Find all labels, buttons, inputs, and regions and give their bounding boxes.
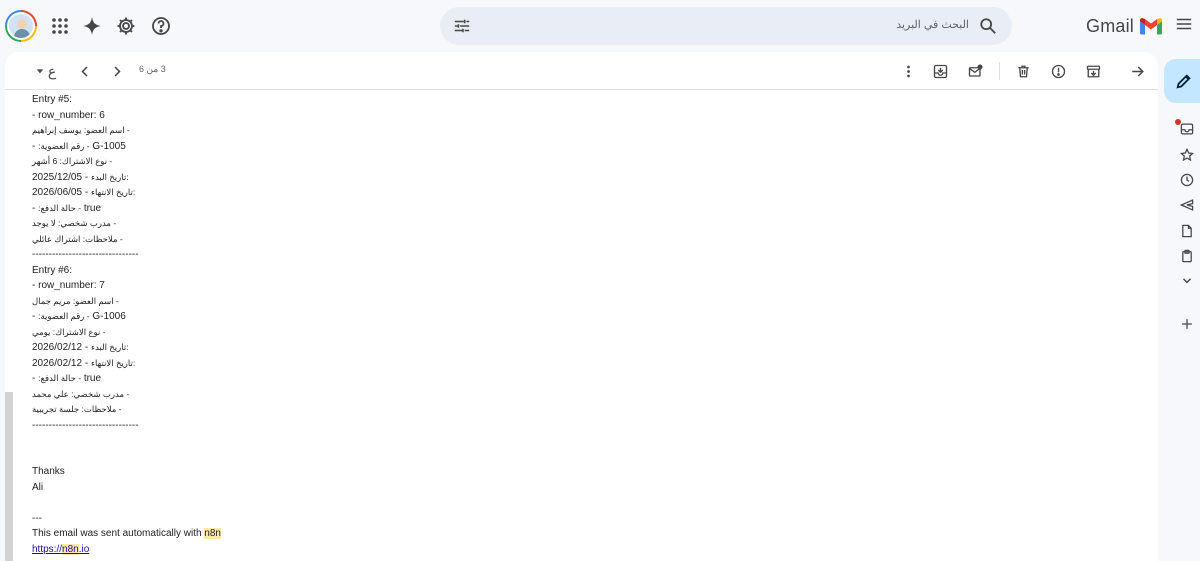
right-side-rail [1160, 52, 1200, 561]
entry-5-row-number: - row_number: 6 [32, 109, 105, 121]
payment-label: :حالة الدفع - [38, 202, 82, 213]
entry-6-member-id: - :رقم العضوية - G-1006 [32, 311, 126, 322]
compose-button[interactable] [1164, 59, 1200, 103]
add-icon[interactable] [1178, 315, 1196, 333]
member-id-value: G-1005 [92, 140, 126, 152]
search-options-icon[interactable] [450, 14, 474, 38]
scrollbar-thumb[interactable] [5, 392, 13, 561]
unread-indicator-dot [1175, 119, 1181, 125]
language-menu[interactable]: ع [33, 60, 59, 82]
search-input[interactable]: البحث في البريد [896, 18, 969, 31]
payment-label: :حالة الدفع - [38, 373, 82, 383]
message-counter: 3 من 6 [139, 64, 166, 74]
expand-more-icon[interactable] [1178, 272, 1196, 290]
end-date-value: 2026/02/12 - [32, 357, 89, 369]
signature-separator: --- [32, 512, 42, 524]
entry-5-end-date: 2026/06/05 - تاريخ الانتهاء: [32, 185, 532, 201]
entry-6-member-name: اسم العضو: مريم جمال - [32, 295, 119, 306]
footer-prefix: This email was sent automatically with [32, 528, 205, 539]
entry-5-payment-status: - :حالة الدفع - true [32, 202, 102, 214]
email-body: Entry #5: - row_number: 6 اسم العضو: يوس… [32, 92, 532, 557]
thanks-text: Thanks [32, 466, 65, 477]
app-name: Gmail [1086, 15, 1135, 36]
search-bar[interactable]: البحث في البريد [440, 7, 1012, 45]
start-date-value: 2025/12/05 - [32, 171, 89, 183]
mark-unread-icon[interactable] [964, 60, 986, 82]
start-date-label: تاريخ البدء: [90, 171, 129, 182]
member-id-label: :رقم العضوية - [38, 140, 90, 151]
payment-value: true [83, 373, 102, 384]
archive-icon[interactable] [1082, 60, 1104, 82]
member-id-value: G-1006 [92, 311, 126, 322]
entry-5-subscription-type: نوع الاشتراك: 6 أشهر - [32, 156, 113, 166]
end-date-label: تاريخ الانتهاء: [90, 187, 136, 197]
link-prefix: https:// [32, 543, 63, 555]
pencil-icon [1176, 74, 1191, 89]
more-options-icon[interactable] [897, 60, 919, 82]
move-to-inbox-icon[interactable] [929, 60, 951, 82]
entry-6-notes: ملاحظات: جلسة تجريبية - [32, 404, 122, 414]
main-menu-icon[interactable] [1175, 15, 1197, 37]
entry-5-start-date: 2025/12/05 - تاريخ البدء: [32, 170, 532, 186]
email-view-panel: ع 3 من 6 Entry #5: - row_number: 6 اسم ا… [5, 52, 1158, 561]
search-icon[interactable] [976, 14, 1000, 38]
start-date-value: 2026/02/12 - [32, 342, 89, 353]
delete-icon[interactable] [1012, 60, 1034, 82]
end-date-label: تاريخ الانتهاء: [90, 357, 136, 368]
top-bar: البحث في البريد Gmail [0, 0, 1200, 52]
gmail-logo[interactable]: Gmail [1086, 14, 1163, 38]
payment-value: true [83, 202, 102, 214]
gmail-m-icon [1140, 18, 1163, 35]
chevron-right-icon[interactable] [105, 60, 127, 82]
footer-highlight: n8n [204, 528, 221, 539]
entry-5-title: Entry #5: [32, 94, 73, 105]
avatar-image [7, 12, 35, 40]
entry-5-member-name: اسم العضو: يوسف إبراهيم - [32, 125, 130, 135]
starred-icon[interactable] [1178, 146, 1196, 164]
entry-6-end-date: 2026/02/12 - تاريخ الانتهاء: [32, 356, 532, 372]
drafts-icon[interactable] [1178, 222, 1196, 240]
entry-6-row-number: - row_number: 7 [32, 280, 105, 291]
link-suffix: .io [78, 543, 90, 555]
entry-6-title: Entry #6: [32, 264, 73, 276]
entry-6-start-date: 2026/02/12 - تاريخ البدء: [32, 340, 532, 356]
gemini-sparkle-icon[interactable] [76, 10, 108, 42]
entry-divider: -------------------------------- [32, 249, 139, 260]
end-date-value: 2026/06/05 - [32, 187, 89, 198]
help-icon[interactable] [145, 10, 177, 42]
settings-gear-icon[interactable] [110, 10, 142, 42]
sent-icon[interactable] [1178, 196, 1196, 214]
snoozed-clock-icon[interactable] [1178, 171, 1196, 189]
footer-text: This email was sent automatically with n… [32, 526, 532, 542]
n8n-link[interactable]: https://n8n.io [32, 543, 90, 555]
chevron-left-icon[interactable] [74, 60, 96, 82]
entry-6-payment-status: - :حالة الدفع - true [32, 373, 102, 384]
report-spam-icon[interactable] [1047, 60, 1069, 82]
dropdown-arrow-icon [36, 69, 44, 74]
start-date-label: تاريخ البدء: [90, 342, 129, 352]
language-label: ع [47, 62, 57, 79]
member-id-label: :رقم العضوية - [38, 311, 90, 321]
entry-5-trainer: مدرب شخصي: لا يوجد - [32, 218, 117, 228]
footer-link-row: https://n8n.io [32, 542, 532, 558]
entry-6-subscription-type: نوع الاشتراك: يومي - [32, 326, 106, 337]
link-highlight: n8n [62, 543, 79, 555]
entry-5-member-id: - :رقم العضوية - G-1005 [32, 140, 126, 152]
entry-6-trainer: مدرب شخصي: علي محمد - [32, 388, 130, 399]
toolbar-divider [999, 62, 1000, 80]
account-avatar[interactable] [5, 10, 37, 42]
email-toolbar: ع 3 من 6 [5, 52, 1158, 90]
back-arrow-icon[interactable] [1126, 60, 1148, 82]
entry-divider: -------------------------------- [32, 419, 139, 431]
clipboard-icon[interactable] [1178, 247, 1196, 265]
signature-name: Ali [32, 481, 44, 493]
apps-grid-icon[interactable] [44, 10, 76, 42]
entry-5-notes: ملاحظات: اشتراك عائلي - [32, 233, 123, 244]
